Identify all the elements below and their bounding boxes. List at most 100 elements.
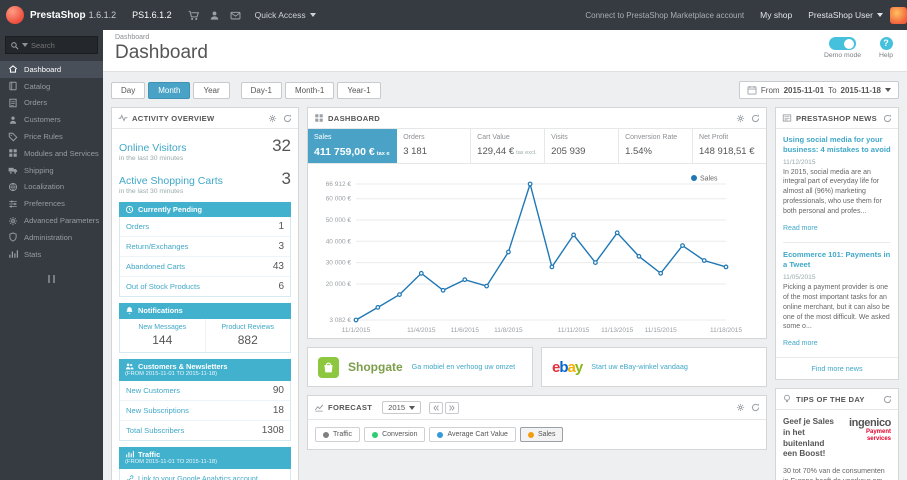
- abandoned-carts-row[interactable]: Abandoned Carts 43: [120, 257, 290, 278]
- read-more-link[interactable]: Read more: [783, 340, 818, 347]
- range-day-button[interactable]: Day: [111, 81, 146, 99]
- ebay-promo-link[interactable]: Start uw eBay-winkel vandaag: [591, 362, 688, 371]
- kpi-note: tax excl.: [516, 150, 537, 156]
- out-of-stock-row[interactable]: Out of Stock Products 6: [120, 277, 290, 296]
- sidebar-item-preferences[interactable]: Preferences: [0, 195, 103, 212]
- activity-overview-panel: ACTIVITY OVERVIEW Online Visitors 32 in …: [111, 107, 299, 480]
- svg-text:11/11/2015: 11/11/2015: [558, 327, 590, 334]
- refresh-icon[interactable]: [883, 395, 892, 404]
- google-analytics-link[interactable]: Link to your Google Analytics account: [138, 474, 258, 480]
- sidebar-item-modules[interactable]: Modules and Services: [0, 145, 103, 162]
- new-messages-cell[interactable]: New Messages 144: [120, 319, 205, 352]
- forecast-prev-button[interactable]: [429, 401, 444, 414]
- quick-access-menu[interactable]: Quick Access: [255, 10, 316, 20]
- refresh-icon[interactable]: [883, 114, 892, 123]
- forecast-next-button[interactable]: [445, 401, 460, 414]
- shopgate-promo-link[interactable]: Ga mobiel en verhoog uw omzet: [412, 362, 515, 371]
- range-day-1-button[interactable]: Day-1: [240, 81, 282, 99]
- shopgate-promo[interactable]: Shopgate Ga mobiel en verhoog uw omzet: [307, 347, 533, 387]
- my-shop-link[interactable]: My shop: [760, 10, 792, 20]
- read-more-link[interactable]: Read more: [783, 225, 818, 232]
- refresh-icon[interactable]: [751, 403, 760, 412]
- sidebar-item-catalog[interactable]: Catalog: [0, 78, 103, 95]
- legend-label: Conversion: [382, 431, 418, 438]
- sidebar-collapse-button[interactable]: [0, 274, 103, 283]
- range-year-button[interactable]: Year: [193, 81, 230, 99]
- kpi-tab-cart-value[interactable]: Cart Value 129,44 € tax excl.: [471, 129, 546, 163]
- online-visitors-label[interactable]: Online Visitors: [119, 142, 187, 154]
- breadcrumb: Dashboard: [115, 34, 150, 41]
- product-reviews-cell[interactable]: Product Reviews 882: [204, 318, 291, 352]
- pending-orders-row[interactable]: Orders 1: [120, 217, 290, 238]
- sidebar-item-shipping[interactable]: Shipping: [0, 162, 103, 179]
- svg-text:11/8/2015: 11/8/2015: [494, 327, 523, 334]
- new-customers-row[interactable]: New Customers 90: [120, 381, 290, 401]
- kpi-tab-net-profit[interactable]: Net Profit 148 918,51 €: [693, 129, 766, 163]
- total-subscribers-row[interactable]: Total Subscribers 1308: [120, 421, 290, 440]
- kpi-tab-orders[interactable]: Orders 3 181: [397, 129, 472, 163]
- sidebar-item-stats[interactable]: Stats: [0, 246, 103, 263]
- article-date: 11/05/2015: [783, 273, 816, 281]
- sidebar-item-orders[interactable]: Orders: [0, 95, 103, 112]
- search-icon: [10, 41, 19, 50]
- active-carts-label[interactable]: Active Shopping Carts: [119, 175, 223, 187]
- truck-icon: [8, 165, 18, 175]
- kpi-tab-sales[interactable]: Sales 411 759,00 €tax excl.: [308, 129, 398, 163]
- sidebar-item-customers[interactable]: Customers: [0, 111, 103, 128]
- user-name: PrestaShop User: [808, 10, 873, 20]
- sidebar-item-localization[interactable]: Localization: [0, 179, 103, 196]
- find-more-news-link[interactable]: Find more news: [776, 357, 898, 379]
- refresh-icon[interactable]: [283, 114, 292, 123]
- book-icon: [8, 81, 18, 91]
- article-headline-link[interactable]: Using social media for your business: 4 …: [783, 135, 891, 156]
- sidebar-item-price-rules[interactable]: Price Rules: [0, 128, 103, 145]
- kpi-value: 205 939: [551, 146, 586, 157]
- date-range-picker[interactable]: From 2015-11-01 To 2015-11-18: [738, 81, 899, 99]
- topbar: PrestaShop 1.6.1.2 PS1.6.1.2 Quick Acces…: [0, 0, 907, 30]
- prestashop-logo-icon: [6, 6, 24, 24]
- ebay-promo[interactable]: ebay Start uw eBay-winkel vandaag: [541, 347, 767, 387]
- forecast-sales-toggle[interactable]: Sales: [519, 427, 564, 442]
- gear-icon[interactable]: [268, 114, 277, 123]
- forecast-traffic-toggle[interactable]: Traffic: [315, 427, 361, 442]
- sidebar-item-label: Shipping: [24, 165, 54, 175]
- forecast-conversion-toggle[interactable]: Conversion: [364, 427, 426, 442]
- sidebar-item-label: Modules and Services: [24, 148, 99, 158]
- panel-title: PRESTASHOP NEWS: [796, 113, 878, 123]
- refresh-icon[interactable]: [751, 114, 760, 123]
- search-scope-caret-icon[interactable]: [22, 43, 28, 47]
- customers-person-icon[interactable]: [209, 10, 220, 21]
- sidebar-search[interactable]: [5, 36, 98, 54]
- panel-title: ACTIVITY OVERVIEW: [132, 113, 215, 123]
- bell-icon: [125, 306, 134, 315]
- kpi-tab-visits[interactable]: Visits 205 939: [545, 129, 620, 163]
- orders-cart-icon[interactable]: [188, 10, 199, 21]
- gear-icon[interactable]: [736, 114, 745, 123]
- cell-value: 144: [152, 332, 173, 347]
- demo-mode-toggle[interactable]: [829, 37, 856, 50]
- new-subscriptions-row[interactable]: New Subscriptions 18: [120, 401, 290, 421]
- article-headline-link[interactable]: Ecommerce 101: Payments in a Tweet: [783, 250, 891, 271]
- kpi-value: 1.54%: [625, 146, 652, 157]
- kpi-tab-conversion-rate[interactable]: Conversion Rate 1.54%: [619, 129, 694, 163]
- help-icon[interactable]: ?: [879, 37, 893, 50]
- forecast-avg-cart-toggle[interactable]: Average Cart Value: [429, 427, 516, 442]
- user-menu[interactable]: PrestaShop User: [808, 6, 907, 24]
- gear-icon[interactable]: [736, 403, 745, 412]
- section-title: Traffic: [138, 449, 161, 459]
- range-month-1-button[interactable]: Month-1: [284, 81, 335, 99]
- shop-name-link[interactable]: PS1.6.1.2: [132, 10, 172, 20]
- sidebar-item-dashboard[interactable]: Dashboard: [0, 61, 103, 78]
- forecast-chart-icon: [314, 403, 324, 413]
- forecast-year-select[interactable]: 2015: [382, 401, 422, 414]
- search-input[interactable]: [31, 40, 93, 50]
- range-year-1-button[interactable]: Year-1: [337, 81, 381, 99]
- range-month-button[interactable]: Month: [148, 81, 191, 99]
- pending-returns-row[interactable]: Return/Exchanges 3: [120, 237, 290, 258]
- sidebar-item-advanced-parameters[interactable]: Advanced Parameters: [0, 212, 103, 229]
- messages-envelope-icon[interactable]: [230, 10, 241, 21]
- prestashop-news-panel: PRESTASHOP NEWS Using social media for y…: [775, 107, 899, 381]
- dashboard-panel: DASHBOARD Sales 411 759,00 €tax excl. Or…: [307, 107, 767, 339]
- marketplace-link[interactable]: Connect to PrestaShop Marketplace accoun…: [585, 11, 744, 20]
- sidebar-item-administration[interactable]: Administration: [0, 229, 103, 246]
